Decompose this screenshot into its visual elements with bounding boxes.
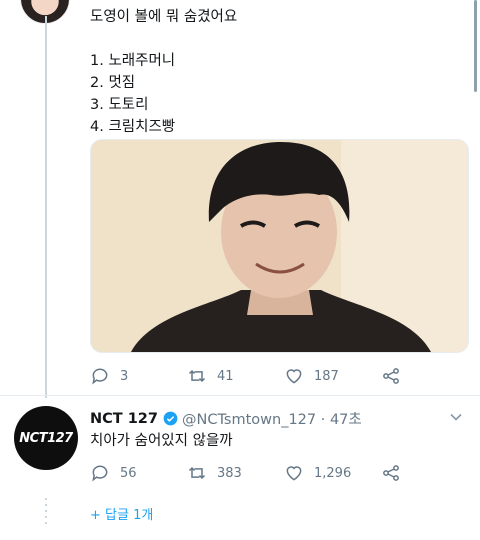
like-button[interactable]: 187 [284,366,381,386]
tweet-header: NCT 127 @NCTsmtown_127 · 47초 [90,408,362,429]
reply-icon [92,368,108,385]
reply-count: 56 [120,465,137,481]
like-icon [286,369,302,384]
avatar-logo-text: NCT127 [19,430,73,446]
thread-line [45,16,47,398]
retweet-button[interactable]: 41 [187,366,284,386]
retweet-icon [188,466,206,480]
retweet-button[interactable]: 383 [187,463,284,483]
like-count: 1,296 [314,465,352,481]
tweet-actions: 3 41 187 [90,366,478,386]
verified-icon [163,411,178,426]
share-icon [383,368,399,384]
divider [0,395,480,396]
tweet-photo[interactable] [90,139,469,353]
like-button[interactable]: 1,296 [284,463,381,483]
reply-count: 3 [120,368,129,384]
show-replies-link[interactable]: + 답글 1개 [90,504,153,523]
retweet-count: 41 [217,368,234,384]
nct127-avatar[interactable]: NCT127 [14,406,78,470]
like-count: 187 [314,368,339,384]
retweet-icon [188,369,206,383]
reply-icon [92,465,108,482]
tweet-text: 도영이 볼에 뭐 숨겼어요 1. 노래주머니 2. 멋짐 3. 도토리 4. 크… [90,9,238,135]
tweet-actions: 56 383 1,296 [90,463,478,483]
like-icon [286,466,302,481]
display-name[interactable]: NCT 127 [90,411,158,427]
share-button[interactable] [381,463,478,483]
share-icon [383,465,399,481]
scrollbar[interactable] [474,0,477,92]
tweet-text: 치아가 숨어있지 않을까 [90,433,233,449]
reply-button[interactable]: 3 [90,366,187,386]
share-button[interactable] [381,366,478,386]
thread-connector [45,498,47,524]
chevron-down-icon[interactable] [448,409,464,425]
handle-and-time[interactable]: @NCTsmtown_127 · 47초 [182,408,362,429]
photo-image [91,140,468,352]
retweet-count: 383 [217,465,242,481]
reply-button[interactable]: 56 [90,463,187,483]
